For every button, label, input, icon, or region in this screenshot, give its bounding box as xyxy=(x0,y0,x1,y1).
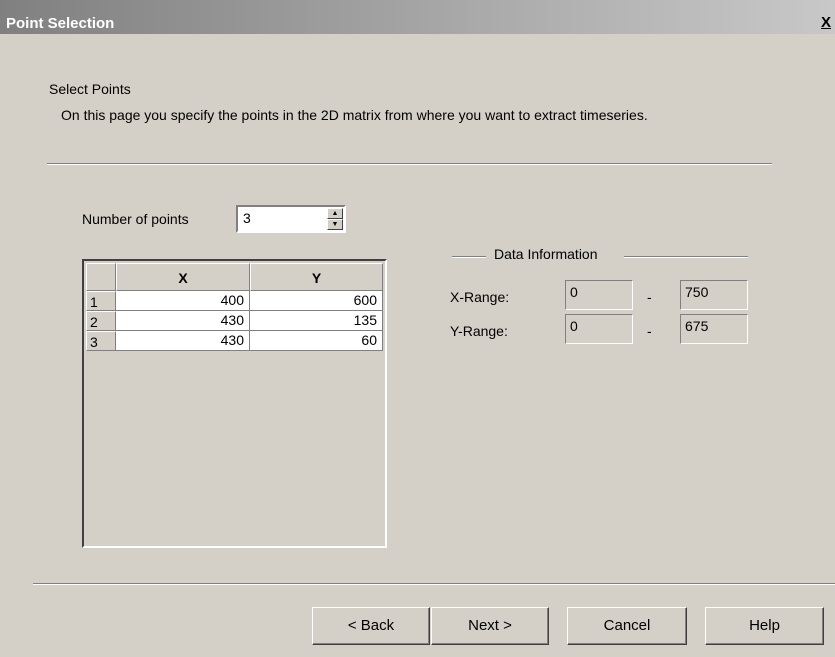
data-information-title: Data Information xyxy=(492,246,600,262)
next-button[interactable]: Next > xyxy=(431,607,549,645)
row-header[interactable]: 3 xyxy=(86,331,116,351)
x-range-min: 0 xyxy=(565,280,633,310)
row-header[interactable]: 2 xyxy=(86,311,116,331)
grid-corner-header xyxy=(86,263,116,291)
cell-x[interactable]: 400 xyxy=(116,291,250,311)
column-header-x[interactable]: X xyxy=(116,263,250,291)
window-title: Point Selection xyxy=(6,15,115,32)
cell-x[interactable]: 430 xyxy=(116,311,250,331)
cell-y[interactable]: 135 xyxy=(250,311,383,331)
column-header-y[interactable]: Y xyxy=(250,263,383,291)
x-range-dash: - xyxy=(647,289,652,305)
number-of-points-label: Number of points xyxy=(82,211,189,227)
page-heading: Select Points xyxy=(49,81,131,97)
footer-divider xyxy=(33,583,835,585)
triangle-down-icon: ▼ xyxy=(331,221,339,228)
help-button[interactable]: Help xyxy=(705,607,824,645)
points-grid[interactable]: X Y 1 400 600 2 430 135 3 430 60 xyxy=(82,259,387,548)
number-of-points-value[interactable]: 3 xyxy=(243,210,251,226)
y-range-min: 0 xyxy=(565,314,633,344)
y-range-max: 675 xyxy=(680,314,748,344)
title-bar: Point Selection X xyxy=(0,0,835,34)
group-line-left xyxy=(452,256,486,258)
page-description: On this page you specify the points in t… xyxy=(61,107,648,123)
row-header[interactable]: 1 xyxy=(86,291,116,311)
cell-x[interactable]: 430 xyxy=(116,331,250,351)
y-range-dash: - xyxy=(647,323,652,339)
spin-up-button[interactable]: ▲ xyxy=(327,208,343,219)
group-line-right xyxy=(624,256,748,258)
y-range-label: Y-Range: xyxy=(450,323,508,339)
triangle-up-icon: ▲ xyxy=(331,210,339,217)
header-divider xyxy=(47,163,772,165)
number-of-points-stepper[interactable]: 3 ▲ ▼ xyxy=(236,205,346,233)
cell-y[interactable]: 60 xyxy=(250,331,383,351)
x-range-label: X-Range: xyxy=(450,289,510,305)
x-range-max: 750 xyxy=(680,280,748,310)
spin-down-button[interactable]: ▼ xyxy=(327,219,343,230)
cell-y[interactable]: 600 xyxy=(250,291,383,311)
back-button[interactable]: < Back xyxy=(312,607,430,645)
cancel-button[interactable]: Cancel xyxy=(567,607,687,645)
close-button[interactable]: X xyxy=(821,14,835,32)
